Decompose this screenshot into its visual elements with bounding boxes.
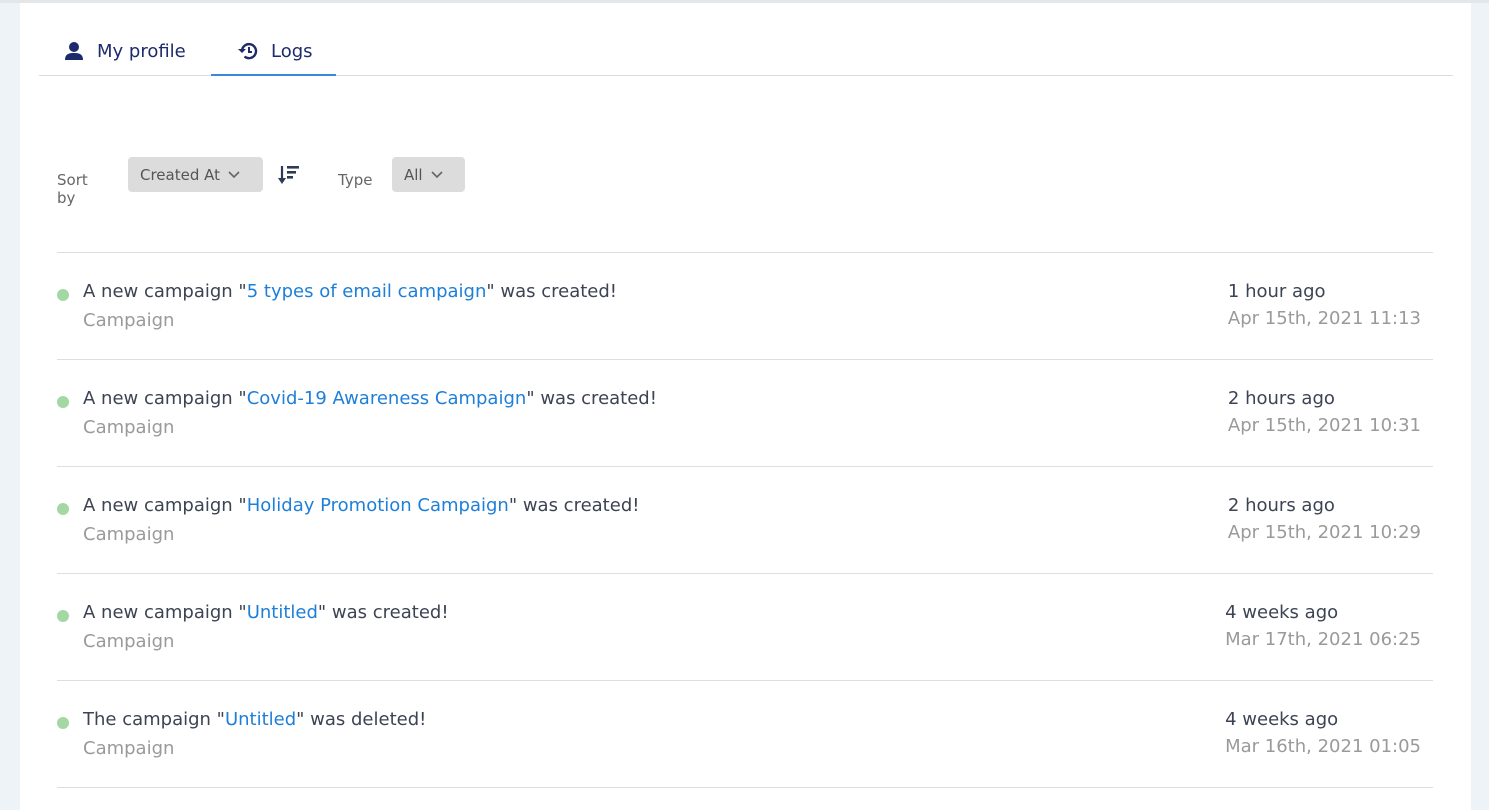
logs-card: My profile Logs Sort by Created At Type … — [20, 3, 1471, 810]
log-type: Campaign — [83, 738, 175, 759]
log-item: A new campaign "5 types of email campaig… — [57, 252, 1433, 359]
relative-time: 4 weeks ago — [1225, 709, 1339, 730]
log-type: Campaign — [83, 310, 175, 331]
timestamp: Mar 17th, 2021 06:25 — [1225, 629, 1421, 650]
log-type: Campaign — [83, 631, 175, 652]
log-message: A new campaign "Covid-19 Awareness Campa… — [83, 388, 657, 409]
campaign-link[interactable]: Covid-19 Awareness Campaign — [247, 388, 527, 409]
tab-logs[interactable]: Logs — [211, 27, 336, 76]
sort-by-select[interactable]: Created At — [128, 157, 263, 192]
campaign-link[interactable]: Untitled — [247, 602, 318, 623]
user-icon — [63, 40, 85, 62]
relative-time: 4 weeks ago — [1225, 602, 1339, 623]
timestamp: Apr 15th, 2021 10:29 — [1227, 522, 1421, 543]
tab-my-profile[interactable]: My profile — [63, 27, 186, 75]
log-type: Campaign — [83, 417, 175, 438]
campaign-link[interactable]: 5 types of email campaign — [247, 281, 487, 302]
timestamp: Apr 15th, 2021 11:13 — [1227, 308, 1421, 329]
status-dot — [57, 610, 69, 622]
type-label: Type — [338, 171, 373, 189]
relative-time: 2 hours ago — [1227, 388, 1335, 409]
sort-descending-icon[interactable] — [277, 164, 301, 186]
relative-time: 1 hour ago — [1227, 281, 1326, 302]
log-type: Campaign — [83, 524, 175, 545]
campaign-link[interactable]: Holiday Promotion Campaign — [247, 495, 509, 516]
log-message: A new campaign "Untitled" was created! — [83, 602, 449, 623]
log-item: A new campaign "Covid-19 Awareness Campa… — [57, 359, 1433, 466]
log-item: A new campaign "Untitled" was created! C… — [57, 573, 1433, 680]
relative-time: 2 hours ago — [1227, 495, 1335, 516]
log-message: A new campaign "Holiday Promotion Campai… — [83, 495, 640, 516]
log-list: A new campaign "5 types of email campaig… — [57, 252, 1433, 788]
timestamp: Mar 16th, 2021 01:05 — [1225, 736, 1421, 757]
timestamp: Apr 15th, 2021 10:31 — [1227, 415, 1421, 436]
tab-bar: My profile Logs — [39, 27, 1453, 76]
chevron-down-icon — [431, 170, 443, 178]
tab-label: My profile — [97, 40, 186, 62]
tab-label: Logs — [271, 40, 313, 62]
type-select[interactable]: All — [392, 157, 465, 192]
campaign-link[interactable]: Untitled — [225, 709, 296, 730]
status-dot — [57, 717, 69, 729]
sort-by-label: Sort by — [57, 171, 88, 207]
sort-by-value: Created At — [140, 165, 221, 184]
status-dot — [57, 503, 69, 515]
log-item: The campaign "Untitled" was deleted! Cam… — [57, 680, 1433, 788]
status-dot — [57, 289, 69, 301]
type-value: All — [404, 165, 423, 184]
log-message: A new campaign "5 types of email campaig… — [83, 281, 618, 302]
chevron-down-icon — [228, 170, 240, 178]
history-icon — [237, 40, 259, 62]
status-dot — [57, 396, 69, 408]
log-message: The campaign "Untitled" was deleted! — [83, 709, 427, 730]
log-item: A new campaign "Holiday Promotion Campai… — [57, 466, 1433, 573]
